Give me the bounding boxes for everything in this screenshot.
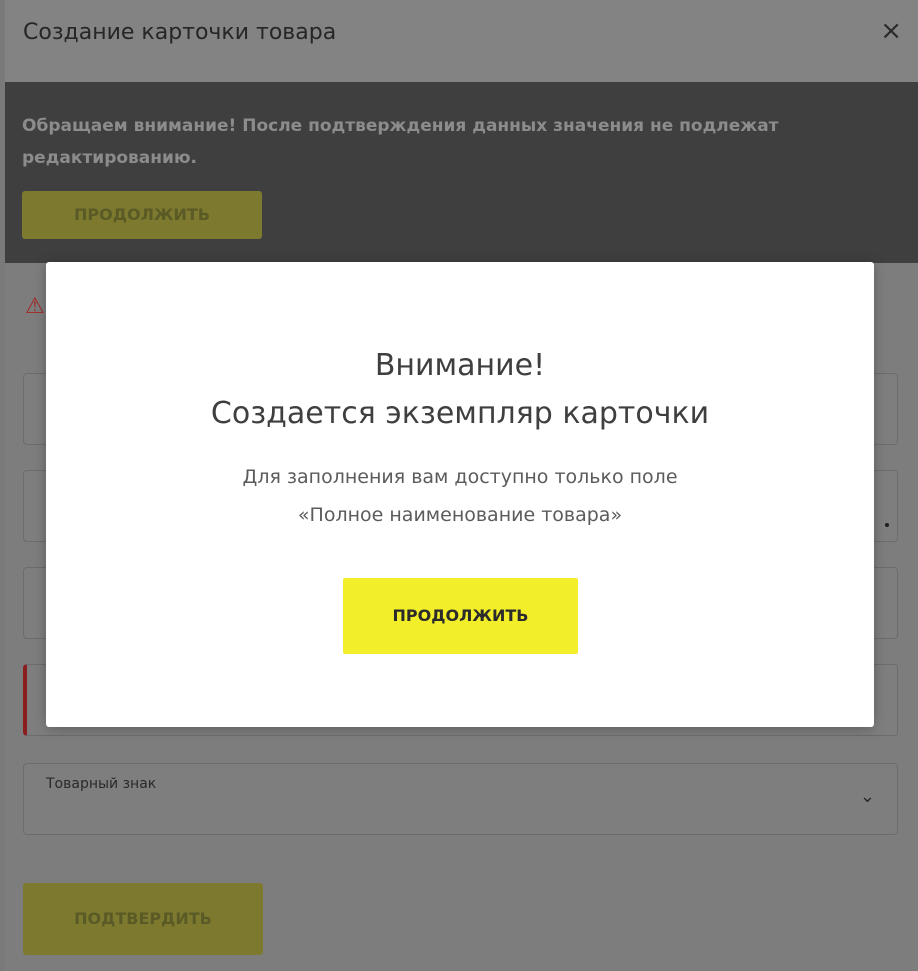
field-marker bbox=[885, 523, 889, 527]
modal-title-line1: Внимание! bbox=[374, 348, 546, 383]
notice-banner: Обращаем внимание! После подтверждения д… bbox=[5, 82, 918, 263]
modal-continue-button[interactable]: ПРОДОЛЖИТЬ bbox=[343, 578, 578, 654]
close-icon[interactable]: × bbox=[880, 18, 902, 44]
modal-title-line2: Создается экземпляр карточки bbox=[210, 396, 710, 431]
dialog-title: Создание карточки товара bbox=[23, 20, 337, 45]
trademark-label: Товарный знак bbox=[46, 776, 157, 792]
modal-title: Внимание! Создается экземпляр карточки bbox=[46, 342, 874, 438]
attention-modal: Внимание! Создается экземпляр карточки Д… bbox=[46, 262, 874, 727]
modal-message-line2: «Полное наименование товара» bbox=[297, 504, 623, 526]
warning-icon: ⚠ bbox=[25, 294, 45, 319]
dialog-header: Создание карточки товара × bbox=[5, 0, 918, 82]
confirm-button[interactable]: ПОДТВЕРДИТЬ bbox=[23, 883, 263, 955]
notice-continue-button[interactable]: ПРОДОЛЖИТЬ bbox=[22, 191, 262, 239]
notice-text: Обращаем внимание! После подтверждения д… bbox=[22, 116, 779, 168]
modal-message: Для заполнения вам доступно только поле … bbox=[46, 458, 874, 534]
trademark-select[interactable]: Товарный знак ⌄ bbox=[23, 763, 898, 835]
chevron-down-icon[interactable]: ⌄ bbox=[860, 786, 875, 807]
modal-message-line1: Для заполнения вам доступно только поле bbox=[242, 466, 678, 488]
